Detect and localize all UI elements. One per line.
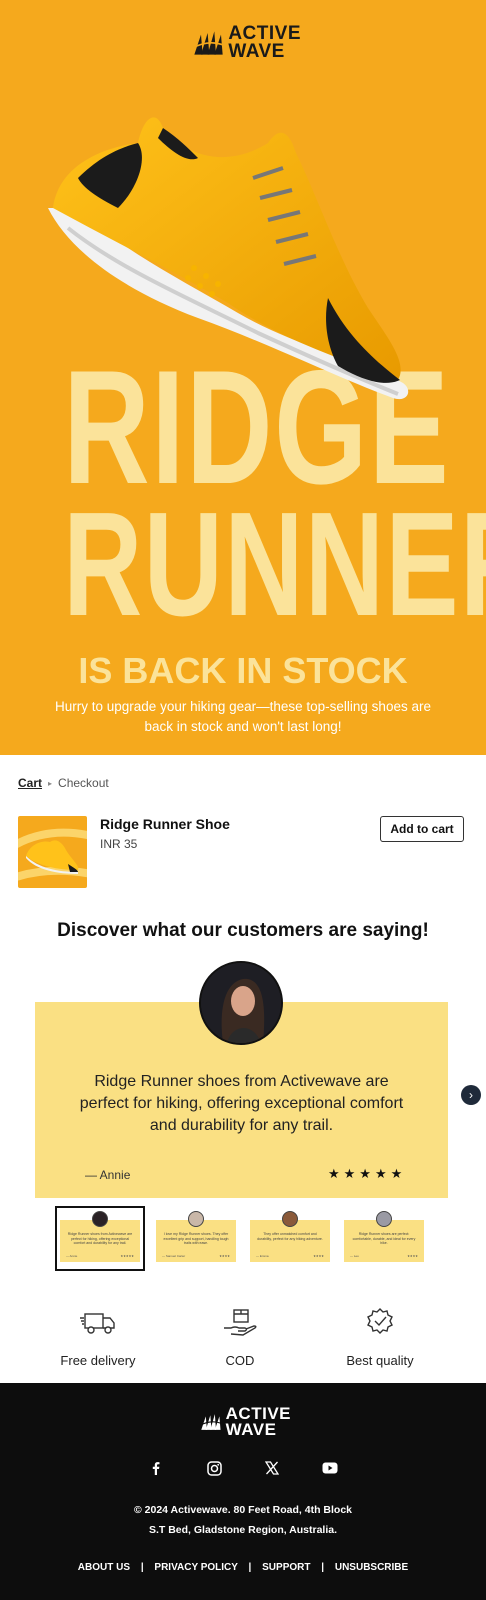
privacy-policy-link[interactable]: PRIVACY POLICY xyxy=(154,1562,237,1573)
thumbnail-author: — Samuel Carter xyxy=(162,1254,186,1258)
breadcrumb-cart-link[interactable]: Cart xyxy=(18,776,42,790)
facebook-icon[interactable] xyxy=(146,1458,166,1478)
thumbnail-text: They offer unmatched comfort and durabil… xyxy=(257,1232,323,1241)
feature-label: COD xyxy=(225,1353,255,1368)
thumbnail-author: — Annie xyxy=(66,1254,78,1258)
thumbnail-avatar xyxy=(92,1211,108,1227)
feature-best-quality: Best quality xyxy=(310,1308,450,1368)
package-hand-icon xyxy=(224,1309,257,1336)
hero-subtitle: IS BACK IN STOCK xyxy=(78,650,408,691)
thumbnail-stars: ★★★★ xyxy=(219,1254,230,1258)
product-price: INR 35 xyxy=(100,837,138,851)
thumbnail-stars: ★★★★ xyxy=(313,1254,324,1258)
footer-links: ABOUT US | PRIVACY POLICY | SUPPORT | UN… xyxy=(0,1562,486,1573)
product-thumbnail[interactable] xyxy=(18,816,87,888)
copyright-text: © 2024 Activewave. 80 Feet Road, 4th Blo… xyxy=(133,1504,353,1516)
thumbnail-footer: — Samuel Carter ★★★★ xyxy=(162,1254,230,1258)
thumbnail-footer: — Leo ★★★★ xyxy=(350,1254,418,1258)
avatar xyxy=(199,961,283,1045)
instagram-icon[interactable] xyxy=(204,1458,224,1478)
support-link[interactable]: SUPPORT xyxy=(262,1562,310,1573)
breadcrumb-separator-icon: ▸ xyxy=(48,778,53,788)
thumbnail-stars: ★★★★ xyxy=(407,1254,418,1258)
next-arrow-button[interactable]: › xyxy=(461,1085,481,1105)
shoe-image xyxy=(48,117,409,400)
social-links xyxy=(146,1458,340,1478)
about-us-link[interactable]: ABOUT US xyxy=(78,1562,130,1573)
feature-label: Free delivery xyxy=(60,1353,136,1368)
thumbnail-author: — Leo xyxy=(350,1254,359,1258)
thumbnail-footer: — Annie ★★★★★ xyxy=(66,1254,134,1258)
product-name: Ridge Runner Shoe xyxy=(100,816,230,832)
thumbnail-text: Ridge Runner shoes are perfect: comforta… xyxy=(352,1232,416,1245)
breadcrumb-checkout: Checkout xyxy=(58,776,109,790)
testimonial-author: — Annie xyxy=(85,1168,131,1182)
address-text: S.T Bed, Gladstone Region, Australia. xyxy=(148,1524,338,1536)
customer-photo-icon xyxy=(201,963,281,1043)
add-to-cart-button[interactable]: Add to cart xyxy=(380,816,464,842)
hero-word-runner: RUNNER xyxy=(63,482,486,647)
breadcrumb: Cart ▸ Checkout xyxy=(18,776,109,790)
unsubscribe-link[interactable]: UNSUBSCRIBE xyxy=(335,1562,408,1573)
truck-icon xyxy=(80,1313,115,1334)
thumbnail-stars: ★★★★★ xyxy=(120,1254,134,1258)
product-shoe-icon xyxy=(18,828,87,881)
thumbnail-text: I love my Ridge Runner shoes. They offer… xyxy=(163,1232,229,1245)
link-separator: | xyxy=(140,1562,144,1573)
logo-text: ACTIVE WAVE xyxy=(225,1405,291,1439)
thumbnail-footer: — Emma ★★★★ xyxy=(256,1254,324,1258)
brand-logo[interactable]: ACTIVE WAVE xyxy=(191,22,301,64)
link-separator: | xyxy=(321,1562,325,1573)
logo-line-2: WAVE xyxy=(228,41,285,62)
testimonial-thumbnail[interactable]: Ridge Runner shoes are perfect: comforta… xyxy=(344,1210,424,1262)
feature-cod: COD xyxy=(170,1308,310,1368)
youtube-icon[interactable] xyxy=(320,1458,340,1478)
footer-address: © 2024 Activewave. 80 Feet Road, 4th Blo… xyxy=(0,1500,486,1540)
link-separator: | xyxy=(248,1562,252,1573)
email-page: ACTIVE WAVE RIDGE RUNNER xyxy=(0,0,486,1600)
testimonial-thumbnail[interactable]: Ridge Runner shoes from Activewave are p… xyxy=(60,1210,140,1262)
testimonials-title: Discover what our customers are saying! xyxy=(57,920,429,941)
feature-free-delivery: Free delivery xyxy=(28,1308,168,1368)
logo-mark-icon xyxy=(199,1414,221,1430)
feature-label: Best quality xyxy=(346,1353,414,1368)
logo-text: ACTIVE WAVE xyxy=(228,24,301,62)
logo-mark-icon xyxy=(192,31,223,55)
thumbnail-text: Ridge Runner shoes from Activewave are p… xyxy=(67,1232,133,1245)
testimonial-thumbnail[interactable]: I love my Ridge Runner shoes. They offer… xyxy=(156,1210,236,1262)
hero-banner: ACTIVE WAVE RIDGE RUNNER xyxy=(0,0,486,755)
rating-stars: ★★★★★ xyxy=(328,1166,407,1181)
thumbnail-avatar xyxy=(188,1211,204,1227)
thumbnail-avatar xyxy=(376,1211,392,1227)
footer: ACTIVE WAVE © 2024 Activewave. 80 Feet R… xyxy=(0,1383,486,1600)
testimonial-quote: Ridge Runner shoes from Activewave are p… xyxy=(79,1073,404,1134)
footer-logo[interactable]: ACTIVE WAVE xyxy=(199,1403,291,1441)
thumbnail-avatar xyxy=(282,1211,298,1227)
hero-description: Hurry to upgrade your hiking gear—these … xyxy=(55,699,431,734)
x-twitter-icon[interactable] xyxy=(262,1458,282,1478)
thumbnail-author: — Emma xyxy=(256,1254,269,1258)
quality-badge-icon xyxy=(367,1308,393,1334)
logo-line-2: WAVE xyxy=(225,1420,277,1439)
testimonial-thumbnail[interactable]: They offer unmatched comfort and durabil… xyxy=(250,1210,330,1262)
